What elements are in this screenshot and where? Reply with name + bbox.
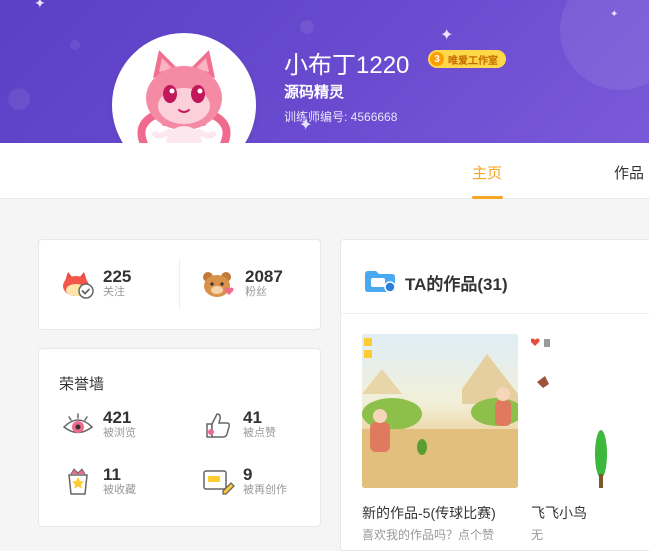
sparkle-icon: ✦ bbox=[34, 0, 46, 11]
thumbs-up-icon bbox=[206, 412, 230, 438]
honor-wall-card: 荣誉墙 421 被浏览 41 被点赞 11 被收藏 9 被再创作 bbox=[38, 348, 321, 527]
views-count: 421 bbox=[103, 408, 132, 427]
trainer-id: 训练师编号: 4566668 bbox=[284, 110, 398, 124]
badge-label: 唯爱工作室 bbox=[448, 55, 498, 67]
sparkle-icon: ✦ bbox=[610, 9, 619, 20]
work-title[interactable]: 飞飞小鸟 bbox=[531, 503, 587, 523]
bird-game-image bbox=[531, 338, 607, 488]
favorites-count: 11 bbox=[103, 464, 121, 484]
bubble-decoration bbox=[560, 0, 649, 90]
game-scene-image bbox=[362, 338, 518, 488]
favorites-label: 被收藏 bbox=[103, 483, 136, 496]
following-count: 225 bbox=[103, 267, 132, 286]
work-description: 无 bbox=[531, 528, 544, 542]
favorites-stat: 11 被收藏 bbox=[61, 465, 136, 497]
views-stat: 421 被浏览 bbox=[61, 409, 136, 440]
tab-works[interactable]: 作品 bbox=[614, 162, 644, 183]
eye-icon bbox=[62, 412, 94, 433]
remix-stat: 9 被再创作 bbox=[201, 465, 287, 497]
remix-pencil-icon bbox=[203, 470, 235, 495]
works-header-divider bbox=[341, 313, 649, 314]
cat-heart-check-icon bbox=[63, 271, 94, 299]
star-box-icon bbox=[68, 468, 88, 495]
follow-stats-card: 225 关注 2087 粉丝 bbox=[38, 239, 321, 330]
work-title[interactable]: 新的作品-5(传球比赛) bbox=[362, 503, 496, 523]
works-card: TA的作品(31) 新的作品-5(传球比赛) 喜欢我的作品吗？点个赞 飞飞小鸟 … bbox=[340, 239, 649, 551]
bear-heart-icon bbox=[203, 271, 234, 297]
honor-wall-title: 荣誉墙 bbox=[59, 376, 105, 393]
views-label: 被浏览 bbox=[103, 427, 136, 439]
remix-count: 9 bbox=[243, 464, 253, 484]
studio-badge[interactable]: 3 唯爱工作室 bbox=[428, 50, 506, 68]
user-role: 源码精灵 bbox=[284, 84, 345, 101]
remix-label: 被再创作 bbox=[243, 483, 287, 496]
bubble-decoration bbox=[300, 20, 314, 34]
fans-stat[interactable]: 2087 粉丝 bbox=[201, 268, 283, 299]
username: 小布丁1220 bbox=[284, 52, 410, 79]
stats-divider bbox=[179, 258, 180, 310]
bubble-decoration bbox=[70, 40, 80, 50]
works-title: TA的作品(31) bbox=[405, 275, 508, 294]
likes-label: 被点赞 bbox=[243, 427, 276, 439]
active-tab-indicator bbox=[472, 196, 503, 199]
likes-stat: 41 被点赞 bbox=[201, 409, 276, 440]
fans-label: 粉丝 bbox=[245, 286, 267, 298]
fans-count: 2087 bbox=[245, 267, 283, 286]
bubble-decoration bbox=[8, 88, 30, 110]
works-folder-icon bbox=[365, 271, 396, 293]
badge-level: 3 bbox=[430, 52, 444, 66]
profile-nav: 主页 作品 bbox=[0, 143, 649, 199]
following-label: 关注 bbox=[103, 286, 125, 298]
tab-home[interactable]: 主页 bbox=[472, 162, 502, 183]
work-thumbnail[interactable] bbox=[531, 334, 649, 488]
work-description: 喜欢我的作品吗？点个赞 bbox=[362, 528, 495, 542]
likes-count: 41 bbox=[243, 408, 262, 427]
work-thumbnail[interactable] bbox=[362, 334, 518, 488]
following-stat[interactable]: 225 关注 bbox=[61, 268, 131, 299]
sparkle-icon: ✦ bbox=[440, 27, 454, 44]
